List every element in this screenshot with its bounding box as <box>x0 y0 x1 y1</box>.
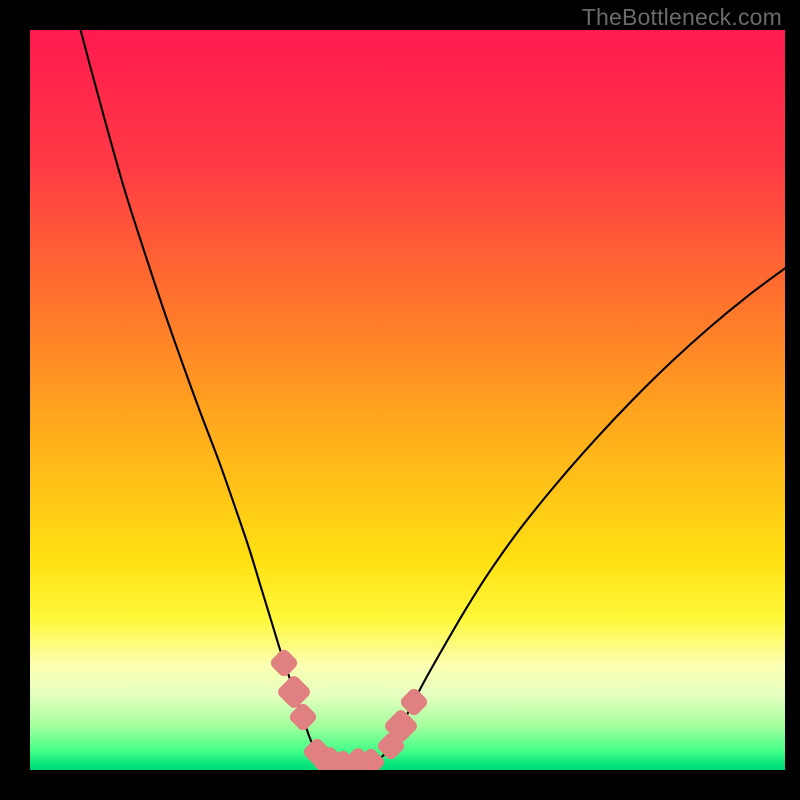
chart-plot-area <box>30 30 785 770</box>
chart-markers <box>30 30 785 770</box>
chart-frame: TheBottleneck.com <box>0 0 800 800</box>
data-marker <box>268 647 299 678</box>
watermark-text: TheBottleneck.com <box>582 4 782 31</box>
